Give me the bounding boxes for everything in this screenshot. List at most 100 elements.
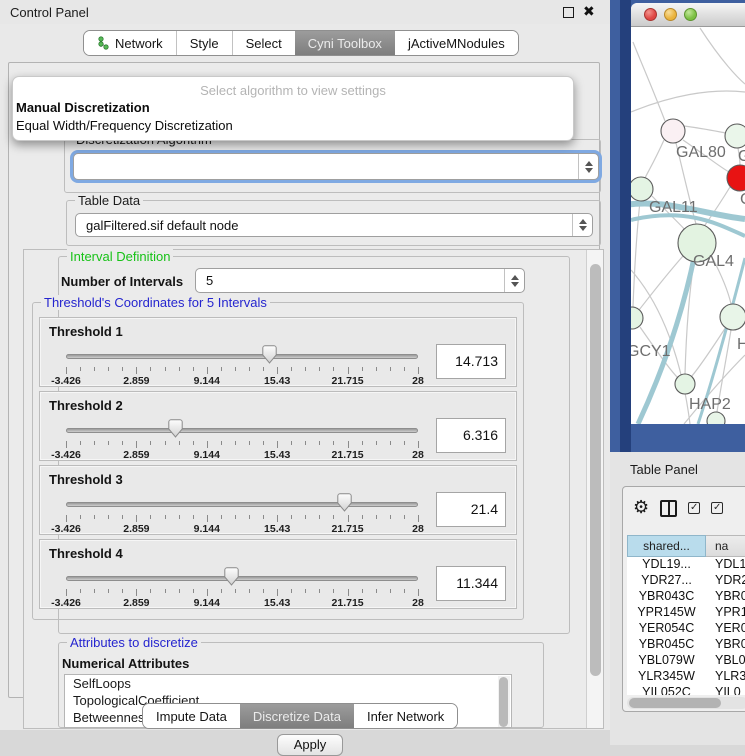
number-of-intervals-combobox[interactable]: 5: [195, 268, 525, 293]
number-of-intervals-label: Number of Intervals: [61, 274, 183, 289]
table-row[interactable]: YBR043CYBR0: [627, 589, 745, 605]
table-cell[interactable]: YBL0: [706, 653, 745, 669]
table-cell[interactable]: YPR145W: [627, 605, 706, 621]
tab-impute-data[interactable]: Impute Data: [143, 704, 240, 728]
slider-track[interactable]: [66, 576, 418, 581]
table-row[interactable]: YDL19...YDL1: [627, 557, 745, 573]
network-canvas[interactable]: GAL80 G C GAL11 GAL4 GCY1 H HAP2: [631, 27, 745, 424]
gear-icon[interactable]: ⚙: [633, 499, 649, 517]
slider-ticks: [66, 515, 419, 523]
table-data-combobox[interactable]: galFiltered.sif default node: [75, 213, 593, 237]
table-cell[interactable]: YBR043C: [627, 589, 706, 605]
threshold-panel: Threshold 4 -3.4262.8599.14415.4321.7152…: [39, 539, 517, 609]
threshold-value-field[interactable]: 21.4: [436, 492, 506, 527]
column-header-name[interactable]: na: [706, 535, 745, 557]
tab-label: Select: [246, 36, 282, 51]
popup-option-manual-discretization[interactable]: Manual Discretization: [16, 100, 150, 115]
combo-value: galFiltered.sif default node: [76, 218, 572, 233]
table-hscrollbar[interactable]: [627, 697, 745, 709]
threshold-value-field[interactable]: 6.316: [436, 418, 506, 453]
node-gcy1[interactable]: [631, 307, 643, 329]
slider-handle[interactable]: [262, 345, 277, 364]
close-icon[interactable]: ✖: [583, 3, 595, 20]
list-scrollbar[interactable]: [498, 676, 510, 728]
tab-infer-network[interactable]: Infer Network: [354, 704, 457, 728]
apply-button[interactable]: Apply: [277, 734, 343, 756]
table-cell[interactable]: YBR0: [706, 637, 745, 653]
slider-handle[interactable]: [168, 419, 183, 438]
table-body: YDL19...YDL1YDR27...YDR2YBR043CYBR0YPR14…: [627, 557, 745, 695]
table-row[interactable]: YDR27...YDR2: [627, 573, 745, 589]
tab-label: jActiveMNodules: [408, 36, 505, 51]
node-g[interactable]: [725, 124, 745, 148]
table-cell[interactable]: YER0: [706, 621, 745, 637]
cyni-panel: Discretization Algorithm Table Data galF…: [8, 62, 600, 698]
thresholds-group: Threshold's Coordinates for 5 Intervals …: [32, 302, 524, 620]
network-window-titlebar[interactable]: [631, 3, 745, 27]
tab-jactivemnodules[interactable]: jActiveMNodules: [395, 31, 518, 55]
zoom-traffic-light-icon[interactable]: [684, 8, 697, 21]
tab-select[interactable]: Select: [232, 31, 295, 55]
slider-track[interactable]: [66, 354, 418, 359]
slider-handle[interactable]: [337, 493, 352, 512]
table-row[interactable]: YLR345WYLR3: [627, 669, 745, 685]
node-label: GAL4: [693, 253, 734, 270]
minimize-traffic-light-icon[interactable]: [664, 8, 677, 21]
table-cell[interactable]: YLR3: [706, 669, 745, 685]
checkbox-icon[interactable]: ✓: [688, 502, 700, 514]
table-cell[interactable]: YDR27...: [627, 573, 706, 589]
table-row[interactable]: YBR045CYBR0: [627, 637, 745, 653]
threshold-panel: Threshold 3 -3.4262.8599.14415.4321.7152…: [39, 465, 517, 535]
table-header: shared... na: [627, 535, 745, 557]
node-hap2[interactable]: [675, 374, 695, 394]
tab-cyni-toolbox[interactable]: Cyni Toolbox: [295, 31, 395, 55]
scrollbar-thumb[interactable]: [629, 698, 721, 708]
scrollbar-thumb[interactable]: [499, 677, 508, 727]
threshold-value-field[interactable]: 11.344: [436, 566, 506, 601]
node-h[interactable]: [720, 304, 745, 330]
settings-scrollbar[interactable]: [586, 250, 603, 728]
slider-track[interactable]: [66, 502, 418, 507]
table-cell[interactable]: YER054C: [627, 621, 706, 637]
tab-discretize-data[interactable]: Discretize Data: [240, 704, 354, 728]
columns-icon[interactable]: [660, 500, 677, 517]
list-item[interactable]: SelfLoops: [65, 675, 511, 692]
node-bottom[interactable]: [707, 412, 725, 424]
tab-network[interactable]: Network: [84, 31, 176, 55]
table-cell[interactable]: YDL1: [706, 557, 745, 573]
desktop-shadow-strip: [620, 0, 631, 452]
node-gal11[interactable]: [631, 177, 653, 201]
table-cell[interactable]: YPR1: [706, 605, 745, 621]
column-header-shared-name[interactable]: shared...: [627, 535, 706, 557]
table-row[interactable]: YER054CYER0: [627, 621, 745, 637]
threshold-value-field[interactable]: 14.713: [436, 344, 506, 379]
table-cell[interactable]: YBR0: [706, 589, 745, 605]
table-cell[interactable]: YDL19...: [627, 557, 706, 573]
tab-label: Impute Data: [156, 709, 227, 724]
algorithm-combobox[interactable]: [73, 153, 599, 180]
node-label: GAL11: [649, 199, 698, 216]
network-view-window: GAL80 G C GAL11 GAL4 GCY1 H HAP2: [631, 3, 745, 424]
table-row[interactable]: YPR145WYPR1: [627, 605, 745, 621]
slider-handle[interactable]: [224, 567, 239, 586]
tab-style[interactable]: Style: [176, 31, 232, 55]
table-cell[interactable]: YIL052C: [627, 685, 706, 695]
table-cell[interactable]: YBR045C: [627, 637, 706, 653]
checkbox-icon[interactable]: ✓: [711, 502, 723, 514]
table-cell[interactable]: YLR345W: [627, 669, 706, 685]
slider-track[interactable]: [66, 428, 418, 433]
scrollbar-thumb[interactable]: [590, 264, 601, 676]
slider-ticks: [66, 589, 419, 597]
close-traffic-light-icon[interactable]: [644, 8, 657, 21]
table-cell[interactable]: YBL079W: [627, 653, 706, 669]
popup-option-equal-width-frequency[interactable]: Equal Width/Frequency Discretization: [16, 118, 233, 133]
table-cell[interactable]: YDR2: [706, 573, 745, 589]
float-window-icon[interactable]: [563, 7, 574, 18]
table-cell[interactable]: YIL0: [706, 685, 745, 695]
table-row[interactable]: YIL052CYIL0: [627, 685, 745, 695]
node-gal80[interactable]: [661, 119, 685, 143]
top-tabbar: Network Style Select Cyni Toolbox jActiv…: [83, 30, 519, 56]
node-label: C: [740, 191, 745, 208]
threshold-label: Threshold 4: [49, 546, 123, 561]
table-row[interactable]: YBL079WYBL0: [627, 653, 745, 669]
